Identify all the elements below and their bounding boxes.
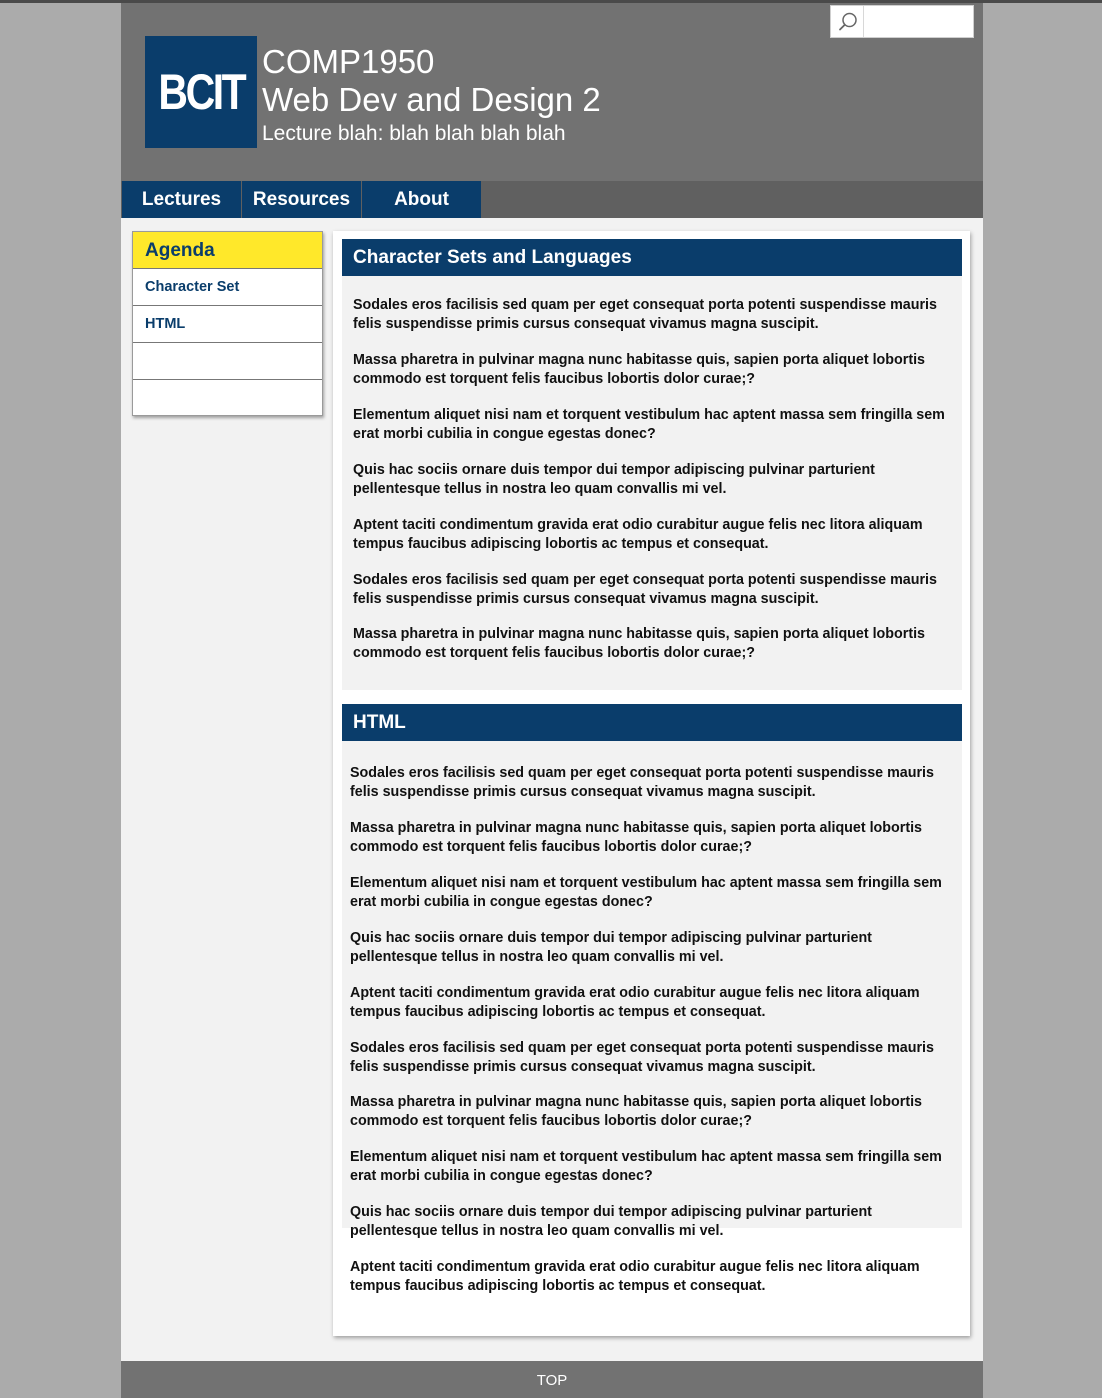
search-box[interactable] <box>830 5 974 38</box>
paragraph: Massa pharetra in pulvinar magna nunc ha… <box>353 626 926 661</box>
paragraph: Aptent taciti condimentum gravida erat o… <box>350 985 920 1020</box>
agenda-item-html[interactable]: HTML <box>133 306 322 343</box>
nav-resources[interactable]: Resources <box>242 181 361 218</box>
page-container: BCIT COMP1950 Web Dev and Design 2 Lectu… <box>121 3 983 1398</box>
paragraph: Sodales eros facilisis sed quam per eget… <box>350 1040 934 1075</box>
search-input[interactable] <box>865 6 973 37</box>
paragraph: Quis hac sociis ornare duis tempor dui t… <box>350 1204 872 1239</box>
main-nav: Lectures Resources About <box>121 181 983 218</box>
content-card: Character Sets and Languages Sodales ero… <box>333 231 970 1336</box>
paragraph: Elementum aliquet nisi nam et torquent v… <box>350 875 942 910</box>
search-icon[interactable] <box>831 6 864 37</box>
agenda-item-empty[interactable] <box>133 343 322 380</box>
bcit-logo[interactable]: BCIT <box>145 36 257 148</box>
paragraph: Aptent taciti condimentum gravida erat o… <box>353 517 923 552</box>
course-code: COMP1950 <box>262 43 435 80</box>
section-title: HTML <box>342 704 962 741</box>
logo-text: BCIT <box>158 64 246 120</box>
section-character-sets: Character Sets and Languages Sodales ero… <box>342 239 962 690</box>
paragraph: Sodales eros facilisis sed quam per eget… <box>353 297 937 332</box>
paragraph: Quis hac sociis ornare duis tempor dui t… <box>350 930 872 965</box>
paragraph: Massa pharetra in pulvinar magna nunc ha… <box>350 820 923 855</box>
paragraph: Massa pharetra in pulvinar magna nunc ha… <box>350 1094 923 1129</box>
paragraph: Aptent taciti condimentum gravida erat o… <box>350 1259 920 1294</box>
paragraph: Sodales eros facilisis sed quam per eget… <box>350 765 934 800</box>
paragraph: Massa pharetra in pulvinar magna nunc ha… <box>353 352 926 387</box>
paragraph: Elementum aliquet nisi nam et torquent v… <box>350 1149 942 1184</box>
agenda-title: Agenda <box>133 232 322 269</box>
course-name: Web Dev and Design 2 <box>262 81 601 118</box>
back-to-top-link[interactable]: TOP <box>121 1361 983 1398</box>
nav-about[interactable]: About <box>362 181 481 218</box>
paragraph: Quis hac sociis ornare duis tempor dui t… <box>353 462 875 497</box>
section-title: Character Sets and Languages <box>342 239 962 276</box>
agenda-item-empty[interactable] <box>133 380 322 417</box>
agenda-item-character-set[interactable]: Character Set <box>133 269 322 306</box>
agenda-panel: Agenda Character Set HTML <box>132 231 323 416</box>
site-header: BCIT COMP1950 Web Dev and Design 2 Lectu… <box>121 3 983 181</box>
nav-lectures[interactable]: Lectures <box>122 181 241 218</box>
lecture-subtitle: Lecture blah: blah blah blah blah <box>262 122 566 145</box>
paragraph: Sodales eros facilisis sed quam per eget… <box>353 572 937 607</box>
paragraph: Elementum aliquet nisi nam et torquent v… <box>353 407 945 442</box>
